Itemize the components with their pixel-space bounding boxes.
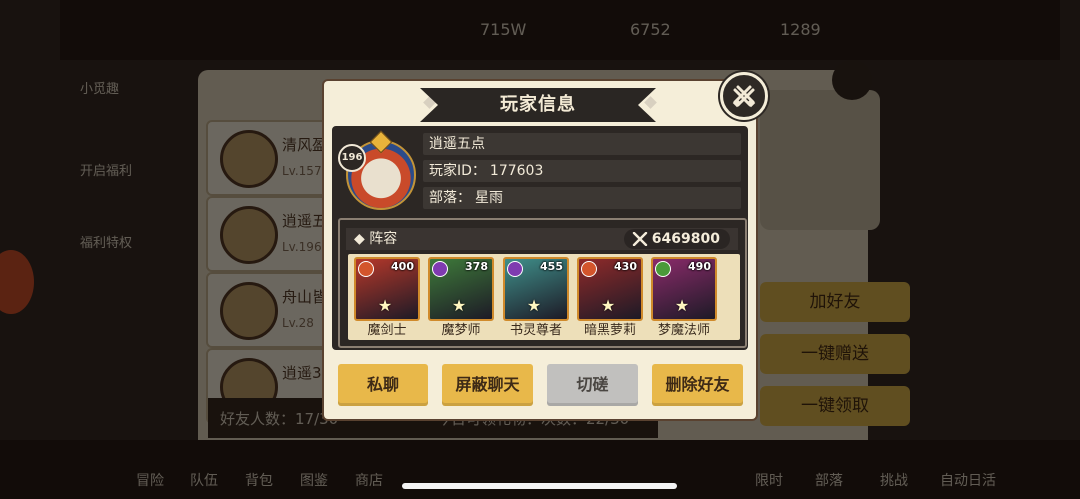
title-banner: 玩家信息 [420, 88, 656, 122]
gem-resource: 1289 [780, 20, 821, 39]
hero-level: 400 [391, 260, 414, 273]
player-name-row: 逍遥五点 [423, 133, 741, 155]
player-name: 逍遥五点 [429, 136, 485, 152]
player-id-row: 玩家ID： 177603 [423, 160, 741, 182]
player-profile: 196 逍遥五点 玩家ID： 177603 部落： 星雨 ◆ 阵容 6469800 [332, 126, 748, 350]
player-info-modal: 玩家信息 196 逍遥五点 玩家ID： 177603 部落： 星雨 ◆ 阵容 6… [324, 72, 768, 419]
close-button[interactable] [720, 72, 768, 120]
hero-name: 梦魔法师 [657, 323, 710, 338]
top-resource-bar: 715W 6752 1289 [60, 0, 1060, 60]
element-icon [432, 261, 448, 277]
star-icon: ★ [674, 296, 690, 315]
friend-level: Lv.196 [282, 240, 322, 254]
hero-name: 书灵尊者 [509, 323, 562, 338]
level-badge: 196 [338, 144, 366, 172]
hero-card[interactable]: 455 ★ 书灵尊者 [503, 257, 569, 338]
hero-name: 魔梦师 [441, 323, 481, 338]
side-nav-item: 开启福利 [80, 164, 133, 179]
player-id-label: 玩家ID： [429, 163, 486, 179]
hero-level: 455 [540, 260, 563, 273]
gold-resource: 6752 [630, 20, 671, 39]
home-indicator[interactable] [402, 483, 677, 489]
claim-all-button: 一键领取 [760, 386, 910, 426]
add-friend-button: 加好友 [760, 282, 910, 322]
hero-level: 490 [688, 260, 711, 273]
send-all-button: 一键赠送 [760, 334, 910, 374]
friend-level: Lv.28 [282, 316, 314, 330]
star-icon: ★ [451, 296, 467, 315]
hero-level: 430 [614, 260, 637, 273]
event-icon [0, 250, 34, 314]
element-icon [358, 261, 374, 277]
player-tribe-row: 部落： 星雨 [423, 187, 741, 209]
nav-item: 背包 [245, 473, 273, 489]
friend-count: 好友人数：17/30 [220, 410, 339, 428]
friend-name: 清风盈 [282, 136, 328, 154]
nav-item: 部落 [815, 473, 843, 489]
friend-level: Lv.157 [282, 164, 322, 178]
star-icon: ★ [600, 296, 616, 315]
player-tribe-label: 部落： [429, 190, 471, 206]
element-icon [507, 261, 523, 277]
power-resource: 715W [480, 20, 527, 39]
lineup-title-text: 阵容 [369, 231, 398, 247]
friend-name: 舟山皆 [282, 288, 328, 306]
avatar [220, 206, 278, 264]
close-icon [832, 60, 872, 100]
private-chat-button[interactable]: 私聊 [338, 364, 428, 406]
element-icon [581, 261, 597, 277]
side-nav-item: 小觅趣 [80, 82, 120, 97]
power-value: 6469800 [651, 231, 720, 247]
star-icon: ★ [377, 296, 393, 315]
bottom-nav: 冒险 队伍 背包 图鉴 商店 限时 部落 挑战 自动日活 [0, 440, 1080, 499]
nav-item: 挑战 [880, 473, 908, 489]
nav-item: 限时 [755, 473, 783, 489]
modal-title: 玩家信息 [500, 94, 576, 115]
hero-card[interactable]: 430 ★ 暗黑萝莉 [577, 257, 643, 338]
friend-name: 逍遥3 [282, 364, 322, 382]
crossed-swords-icon [632, 232, 647, 246]
side-nav-item: 福利特权 [80, 236, 133, 251]
block-chat-button[interactable]: 屏蔽聊天 [442, 364, 533, 406]
avatar [220, 282, 278, 340]
lineup-power: 6469800 [623, 229, 730, 249]
nav-item: 自动日活 [940, 473, 996, 489]
avatar-frame[interactable]: 196 [338, 130, 416, 212]
close-icon [732, 85, 756, 108]
lineup-header: ◆ 阵容 6469800 [346, 228, 738, 250]
hero-name: 暗黑萝莉 [583, 323, 636, 338]
lineup-section: ◆ 阵容 6469800 400 ★ 魔剑士 378 ★ 魔梦师 455 ★ 书… [338, 218, 747, 348]
nav-item: 商店 [355, 473, 383, 489]
hero-cards: 400 ★ 魔剑士 378 ★ 魔梦师 455 ★ 书灵尊者 430 ★ 暗黑萝… [348, 254, 740, 340]
player-id-value: 177603 [489, 163, 544, 179]
duel-button[interactable]: 切磋 [547, 364, 638, 406]
friend-name: 逍遥五 [282, 212, 328, 230]
nav-item: 图鉴 [300, 473, 328, 489]
player-tribe-value: 星雨 [475, 190, 503, 206]
delete-friend-button[interactable]: 删除好友 [652, 364, 743, 406]
hero-card[interactable]: 378 ★ 魔梦师 [428, 257, 494, 338]
hero-card[interactable]: 400 ★ 魔剑士 [354, 257, 420, 338]
star-icon: ★ [526, 296, 542, 315]
hero-level: 378 [465, 260, 488, 273]
element-icon [655, 261, 671, 277]
nav-item: 队伍 [190, 473, 218, 489]
nav-item: 冒险 [136, 473, 164, 489]
hero-name: 魔剑士 [367, 323, 407, 338]
hero-illustration [760, 90, 880, 230]
lineup-title: ◆ 阵容 [354, 231, 398, 247]
hero-card[interactable]: 490 ★ 梦魔法师 [651, 257, 717, 338]
avatar [220, 130, 278, 188]
